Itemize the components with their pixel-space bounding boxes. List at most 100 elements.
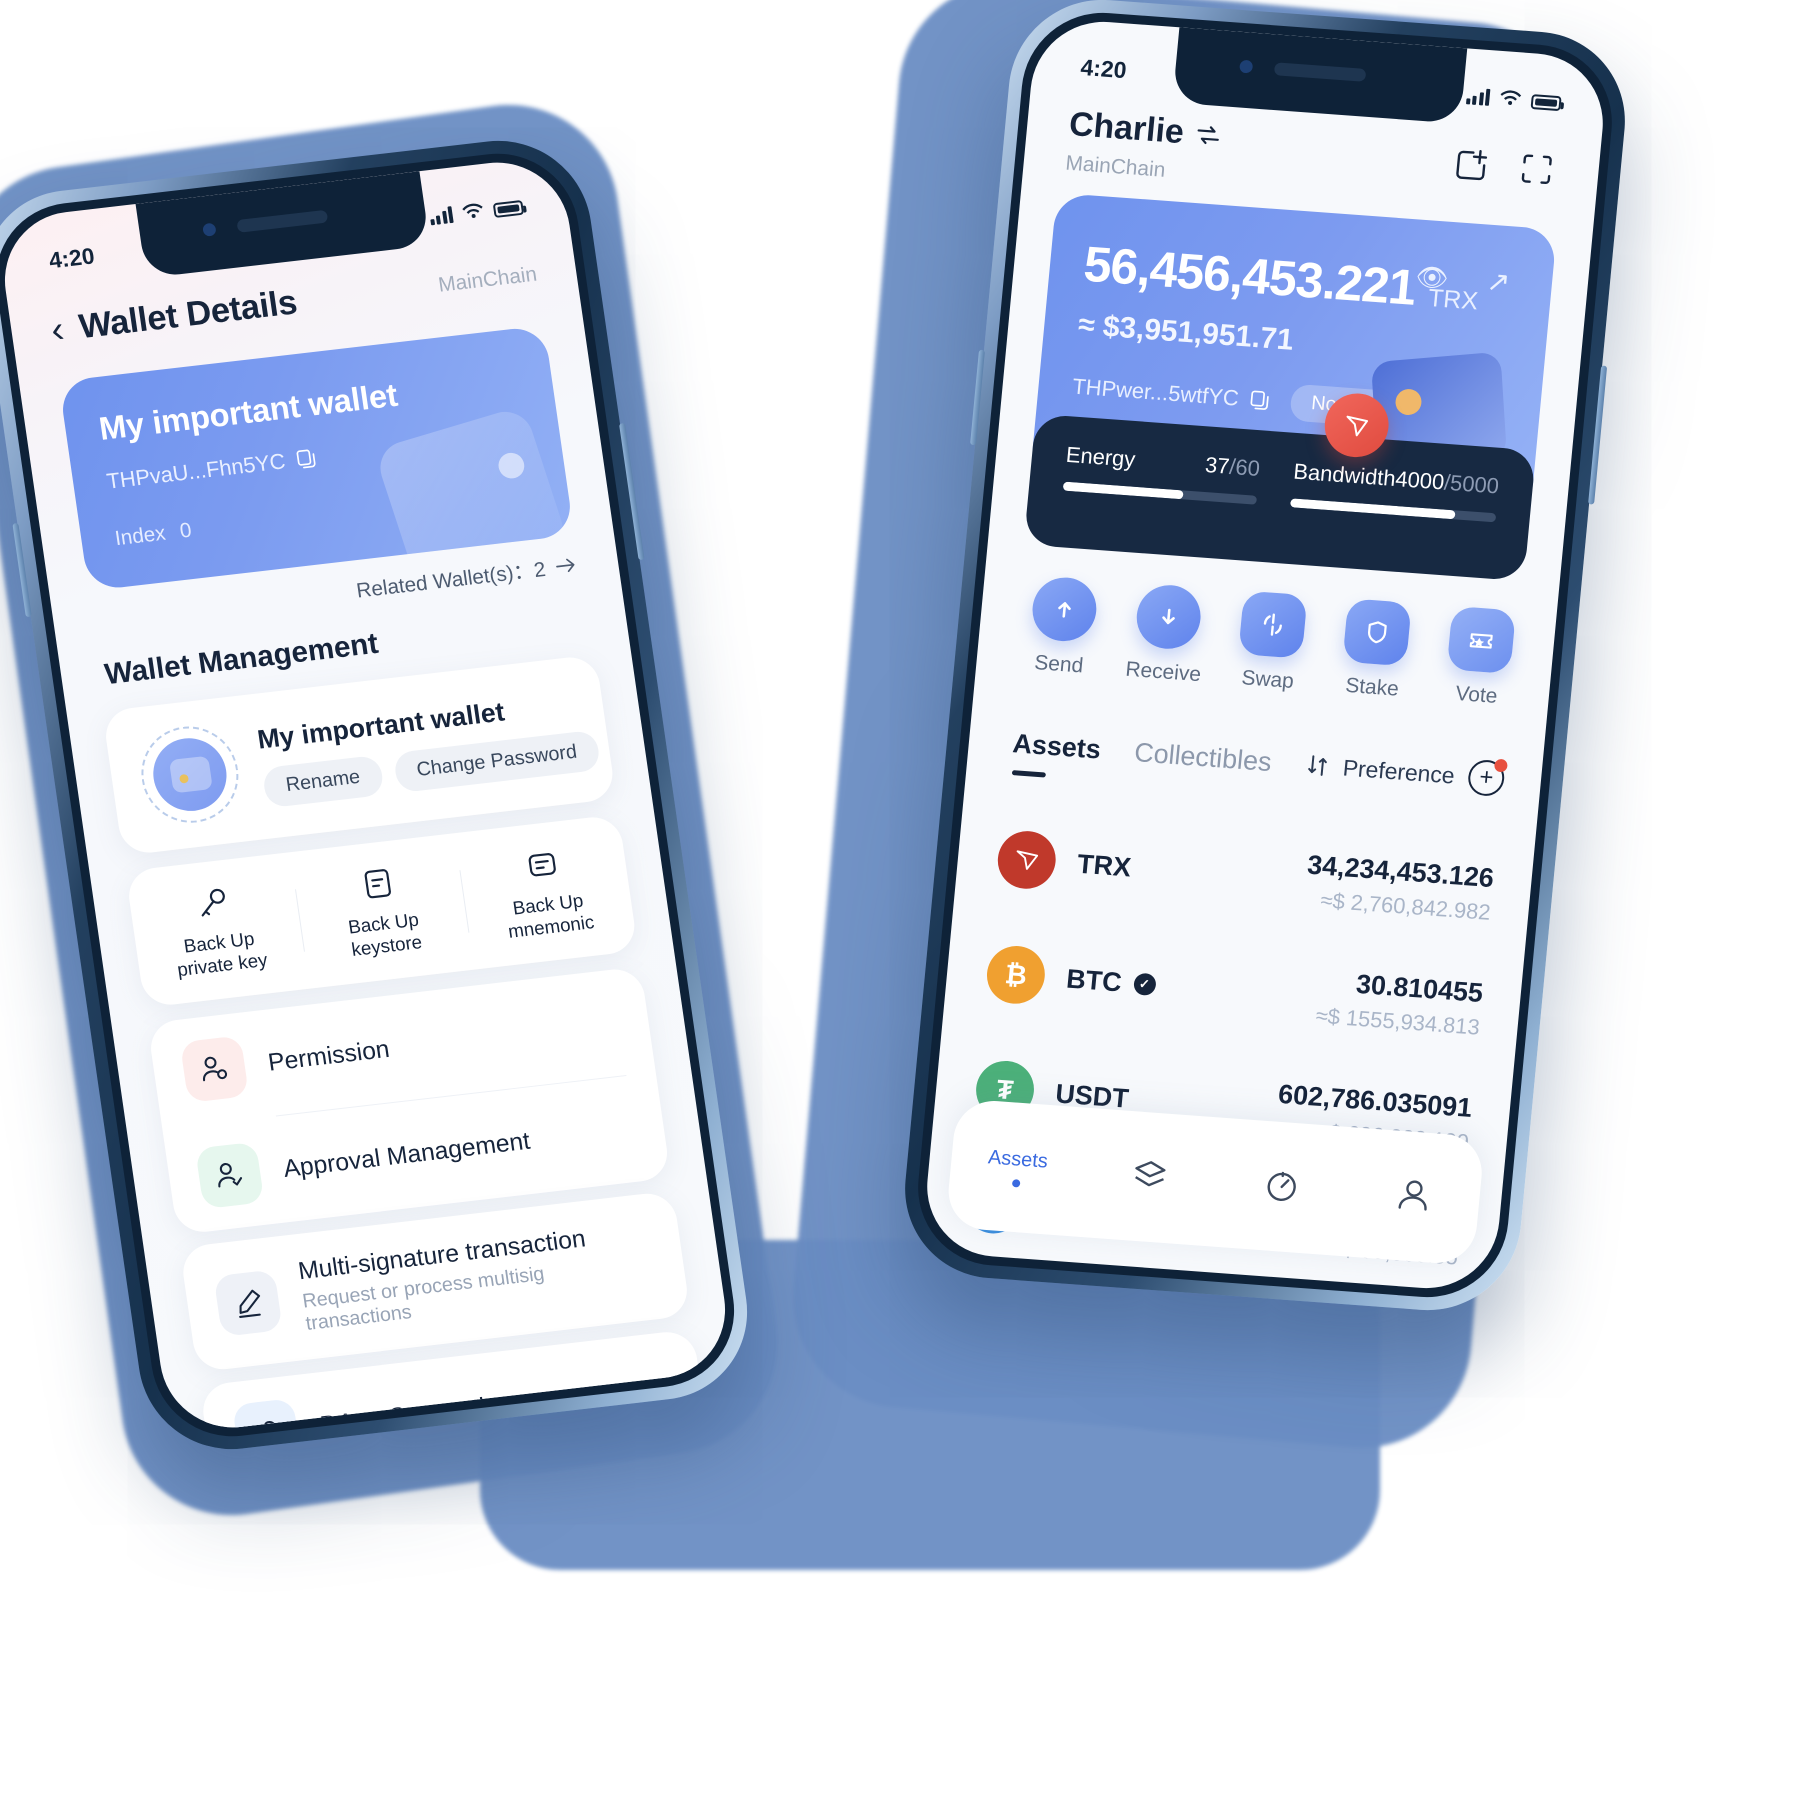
related-wallets-label: Related Wallet(s)：2 [354,558,548,603]
rename-button[interactable]: Rename [261,754,385,808]
page-title: Wallet Details [76,282,300,347]
change-password-button[interactable]: Change Password [392,729,602,793]
phone-right-assets: 4:20 Charlie MainChain 👁 ↗ 56,456,453.22… [896,0,1634,1317]
asset-tabs: Assets Collectibles Preference + [1011,725,1506,798]
action-receive[interactable]: Receive [1110,581,1224,688]
wallet-address[interactable]: THPwer...5wtfYC [1071,373,1272,413]
chain-label: MainChain [436,262,539,297]
wifi-icon [1500,90,1522,105]
ticket-icon [1446,605,1517,675]
sort-icon [1307,755,1327,776]
screenshot-stage: 4:20 ‹ Wallet Details MainChain My impor… [0,0,1800,1800]
action-stake[interactable]: Stake [1319,597,1433,704]
shield-icon [1342,598,1413,667]
account-name: Charlie [1067,105,1186,152]
right-screen: 4:20 Charlie MainChain 👁 ↗ 56,456,453.22… [920,16,1610,1294]
asset-amount: 34,234,453.126 [1306,849,1496,893]
pencil-icon [213,1269,283,1337]
wallet-index-label: Index [113,521,168,551]
scan-qr-icon[interactable] [1515,148,1558,191]
front-camera [1239,59,1254,74]
menu-label-approval-management: Approval Management [281,1126,532,1183]
energy-total: 60 [1234,454,1262,481]
wallet-address-text: THPvaU...Fhn5YC [105,448,287,494]
back-button[interactable]: ‹ [48,309,66,351]
eye-icon[interactable]: 👁 [1414,261,1450,294]
keystore-file-icon [293,855,463,913]
account-switcher[interactable]: Charlie [1067,105,1223,155]
chain-label: MainChain [1064,151,1167,182]
section-title-wallet-management: Wallet Management [102,627,381,692]
signal-icon [1465,87,1491,106]
earpiece-speaker [236,209,329,233]
left-status-time: 4:20 [47,242,96,273]
front-camera [202,222,217,237]
action-label-vote: Vote [1454,682,1499,708]
arrow-up-icon [1029,575,1099,644]
nav-active-dot [1011,1178,1021,1188]
preference-control[interactable]: Preference + [1304,747,1506,798]
nav-compass[interactable] [1213,1157,1350,1217]
resource-energy[interactable]: Energy 37/60 [1062,441,1262,505]
link-icon [231,1398,302,1435]
resource-label-bandwidth: Bandwidth [1292,458,1397,491]
action-send[interactable]: Send [1005,574,1119,681]
nav-assets[interactable]: Assets [949,1143,1085,1191]
wallet-address-text: THPwer...5wtfYC [1071,373,1241,411]
energy-used: 37 [1203,452,1231,479]
right-notch [1172,27,1468,124]
key-icon [128,874,298,932]
resource-bandwidth[interactable]: Bandwidth 4000/5000 [1290,459,1500,523]
mnemonic-list-icon [457,836,627,894]
bandwidth-total: 5000 [1449,470,1501,499]
quick-actions: Send Receive Swap Stake Vote [1005,574,1536,711]
right-phone-power-button[interactable] [1588,365,1608,505]
preference-label: Preference [1341,754,1456,789]
bandwidth-used: 4000 [1394,466,1446,495]
menu-label-permission: Permission [266,1034,392,1077]
verified-check-icon: ✓ [1132,972,1157,996]
wallet-index-value: 0 [178,518,194,543]
related-wallets-link[interactable]: Related Wallet(s)：2 [354,550,578,605]
action-vote[interactable]: Vote [1423,604,1537,711]
compass-icon [1267,1171,1296,1201]
copy-icon[interactable] [294,447,319,471]
battery-icon [1530,94,1562,112]
action-label-swap: Swap [1240,666,1295,693]
arrow-right-icon [556,558,575,573]
layers-icon [1134,1160,1166,1186]
total-balance-amount: 56,456,453.221 [1081,235,1418,316]
backup-keystore-button[interactable]: Back Up keystore [293,855,471,968]
wallet-summary-card[interactable]: My important wallet THPvaU...Fhn5YC Inde… [58,325,575,592]
add-wallet-icon[interactable] [1450,143,1493,186]
battery-icon [492,199,525,218]
resource-label-energy: Energy [1064,441,1137,472]
permission-card: Permission Approval Management [147,966,671,1235]
action-swap[interactable]: Swap [1214,589,1328,696]
action-label-stake: Stake [1344,673,1400,701]
wifi-icon [462,203,483,218]
add-token-icon[interactable]: + [1466,758,1506,798]
arrow-down-icon [1133,582,1204,652]
bandwidth-progress-bar [1290,498,1497,523]
swap-icon [1238,590,1308,659]
asset-usd: ≈$ 1555,934.813 [1314,1002,1481,1040]
action-label-send: Send [1033,651,1085,678]
tab-collectibles[interactable]: Collectibles [1133,737,1273,778]
asset-symbol: TRX [1076,848,1133,882]
nav-profile[interactable] [1345,1166,1482,1226]
asset-usd: ≈$ 2,760,842.982 [1319,887,1492,925]
arrow-up-right-icon[interactable]: ↗ [1485,264,1511,298]
copy-icon[interactable] [1249,388,1273,411]
nav-layers[interactable] [1081,1147,1218,1207]
asset-symbol: BTC [1065,963,1124,997]
signal-icon [428,206,454,226]
tab-assets[interactable]: Assets [1011,728,1102,765]
backup-mnemonic-button[interactable]: Back Up mnemonic [457,836,635,949]
coin-icon-btc: ₿ [984,944,1048,1006]
approval-user-check-icon [195,1141,265,1210]
backup-private-key-button[interactable]: Back Up private key [128,874,306,987]
nav-label-assets: Assets [987,1145,1049,1173]
wallet-avatar-icon[interactable] [135,721,245,828]
action-label-receive: Receive [1124,657,1202,687]
